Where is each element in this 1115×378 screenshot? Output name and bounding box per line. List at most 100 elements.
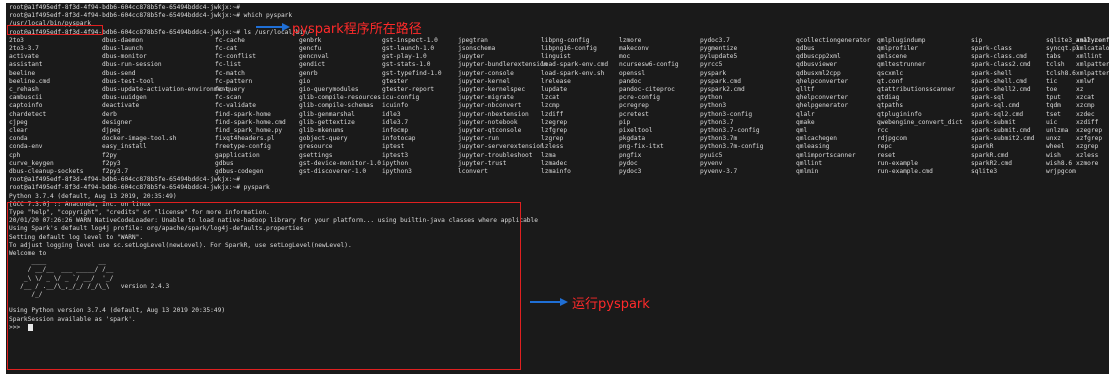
- run-annotation-label: 运行pyspark: [572, 297, 650, 312]
- ls-entry: infotocap: [382, 135, 416, 143]
- ls-entry: xmllint: [1076, 53, 1103, 61]
- ls-entry: python3.7-config: [700, 127, 760, 134]
- ls-entry: pcretest: [619, 110, 649, 118]
- ls-entry: glib-compile-resources: [299, 94, 381, 102]
- ls-entry: jupyter-bundlerextension: [458, 61, 548, 69]
- ls-entry: find_spark_home.py: [215, 127, 283, 134]
- ls-entry: gencfu: [299, 45, 322, 52]
- ls-entry: 2to3-3.7: [9, 45, 39, 52]
- ls-entry: gst-device-monitor-1.0: [299, 159, 381, 167]
- ls-entry: genrb: [299, 69, 318, 77]
- ls-entry: python3.7m: [700, 135, 738, 143]
- path-highlight-box: [7, 25, 103, 35]
- ls-entry: tic: [1046, 77, 1058, 85]
- ls-entry: jupyter-kernel: [458, 77, 511, 85]
- ls-entry: pyspark: [700, 69, 727, 77]
- ls-entry: icuinfo: [382, 102, 409, 110]
- ls-entry: conda: [9, 135, 28, 143]
- ls-entry: jupyter-migrate: [458, 94, 514, 102]
- path-annotation-label: pyspark程序所在路径: [292, 22, 422, 37]
- ls-entry: dbus-send: [102, 69, 136, 77]
- ls-entry: ipython: [382, 159, 409, 167]
- ls-entry: spark-sql.cmd: [971, 102, 1020, 110]
- ls-entry: jupyter-kernelspec: [458, 86, 526, 93]
- ls-entry: lzmore: [619, 36, 642, 44]
- ls-entry: genbrk: [299, 36, 322, 44]
- ls-entry: qscxmlc: [877, 69, 904, 77]
- ls-entry: gst-stats-1.0: [382, 61, 431, 69]
- ls-entry: jupyter-troubleshoot: [458, 151, 533, 159]
- ls-entry: qlltf: [796, 86, 815, 93]
- ls-entry: gdbus: [215, 159, 234, 167]
- ls-entry: iptest3: [382, 151, 409, 159]
- ls-entry: xzegrep: [1076, 127, 1103, 134]
- ls-entry: dbus-cleanup-sockets: [9, 168, 84, 175]
- ls-entry: pydoc3.7: [700, 36, 730, 44]
- ls-entry: dbus-launch: [102, 45, 143, 52]
- ls-entry: clear: [9, 127, 28, 134]
- ls-entry: pydoc: [619, 159, 638, 167]
- ls-entry: fc-pattern: [215, 77, 253, 85]
- ls-entry: lzfgrep: [541, 127, 568, 134]
- ls-entry: xzcmp: [1076, 102, 1095, 110]
- ls-entry: f2py: [102, 151, 117, 159]
- ls-entry: xzless: [1076, 151, 1099, 159]
- ls-entry: unlzma: [1046, 127, 1069, 134]
- ls-entry: gst-launch-1.0: [382, 45, 435, 52]
- ls-entry: designer: [102, 118, 132, 126]
- ls-entry: qtpaths: [877, 102, 904, 110]
- ls-entry: lzcmp: [541, 102, 560, 110]
- ls-entry: qmake: [796, 118, 815, 126]
- ls-entry: gencnval: [299, 53, 329, 61]
- ls-entry: python3: [700, 102, 727, 110]
- ls-entry: lupdate: [541, 86, 568, 93]
- ls-entry: xzgrep: [1076, 143, 1099, 151]
- ls-entry: linguist: [541, 53, 571, 61]
- ls-entry: fixqt4headers.pl: [215, 135, 275, 143]
- ls-entry: assistant: [9, 61, 43, 69]
- ls-entry: lrelease: [541, 77, 571, 85]
- ls-entry: xzcat: [1076, 94, 1095, 102]
- ls-entry: lzdiff: [541, 110, 564, 118]
- ls-entry: qcollectiongenerator: [796, 36, 871, 44]
- ls-entry: freetype-config: [215, 143, 271, 151]
- ls-entry: find-spark-home: [215, 110, 271, 118]
- ls-entry: glib-gettextize: [299, 118, 355, 126]
- ls-entry: repc: [877, 143, 892, 151]
- ls-entry: xmlcatalog: [1076, 45, 1109, 52]
- ls-entry: fc-query: [215, 86, 245, 93]
- ls-entry: chardetect: [9, 110, 47, 118]
- ls-entry: qhelpconverter: [796, 94, 849, 102]
- ls-entry: cjpeg: [9, 118, 28, 126]
- ls-entry: qdbusviewer: [796, 61, 837, 69]
- ls-entry: load-spark-env.cmd: [541, 61, 609, 69]
- ls-entry: tput: [1046, 94, 1061, 102]
- ls-entry: dbus-test-tool: [102, 77, 155, 85]
- ls-entry: jupyter-notebook: [458, 118, 518, 126]
- ls-entry: pkgdata: [619, 135, 646, 143]
- ls-entry: qtdiag: [877, 94, 900, 102]
- ls-entry: toe: [1046, 86, 1058, 93]
- ls-entry: qt.conf: [877, 77, 904, 85]
- ls-entry: gapplication: [215, 151, 260, 159]
- ls-entry: pyuic5: [700, 151, 723, 159]
- ls-entry: beeline.cmd: [9, 77, 50, 85]
- ls-entry: run-example.cmd: [877, 168, 933, 175]
- ls-entry: xzdiff: [1076, 118, 1099, 126]
- terminal-line: root@a1f495edf-8f3d-4f94-bdb6-604cc878b5…: [9, 4, 240, 11]
- ls-entry: rdjpgcom: [877, 135, 907, 143]
- ls-entry: python3.7m-config: [700, 143, 764, 151]
- ls-entry: gsettings: [299, 151, 333, 159]
- ls-entry: png-fix-itxt: [619, 143, 664, 151]
- ls-entry: icu-config: [382, 94, 420, 102]
- ls-entry: pyvenv-3.7: [700, 168, 738, 175]
- ls-entry: gresource: [299, 143, 333, 151]
- ls-entry: xml2-config: [1076, 36, 1109, 44]
- ls-entry: lzegrep: [541, 118, 568, 126]
- ls-entry: cambuscii: [9, 94, 43, 102]
- ls-entry: fc-cat: [215, 45, 238, 52]
- ls-entry: sparkR.cmd: [971, 151, 1009, 159]
- ls-entry: qml: [796, 127, 808, 134]
- ls-entry: pyspark2.cmd: [700, 86, 745, 93]
- ls-entry: qmlmin: [796, 168, 819, 175]
